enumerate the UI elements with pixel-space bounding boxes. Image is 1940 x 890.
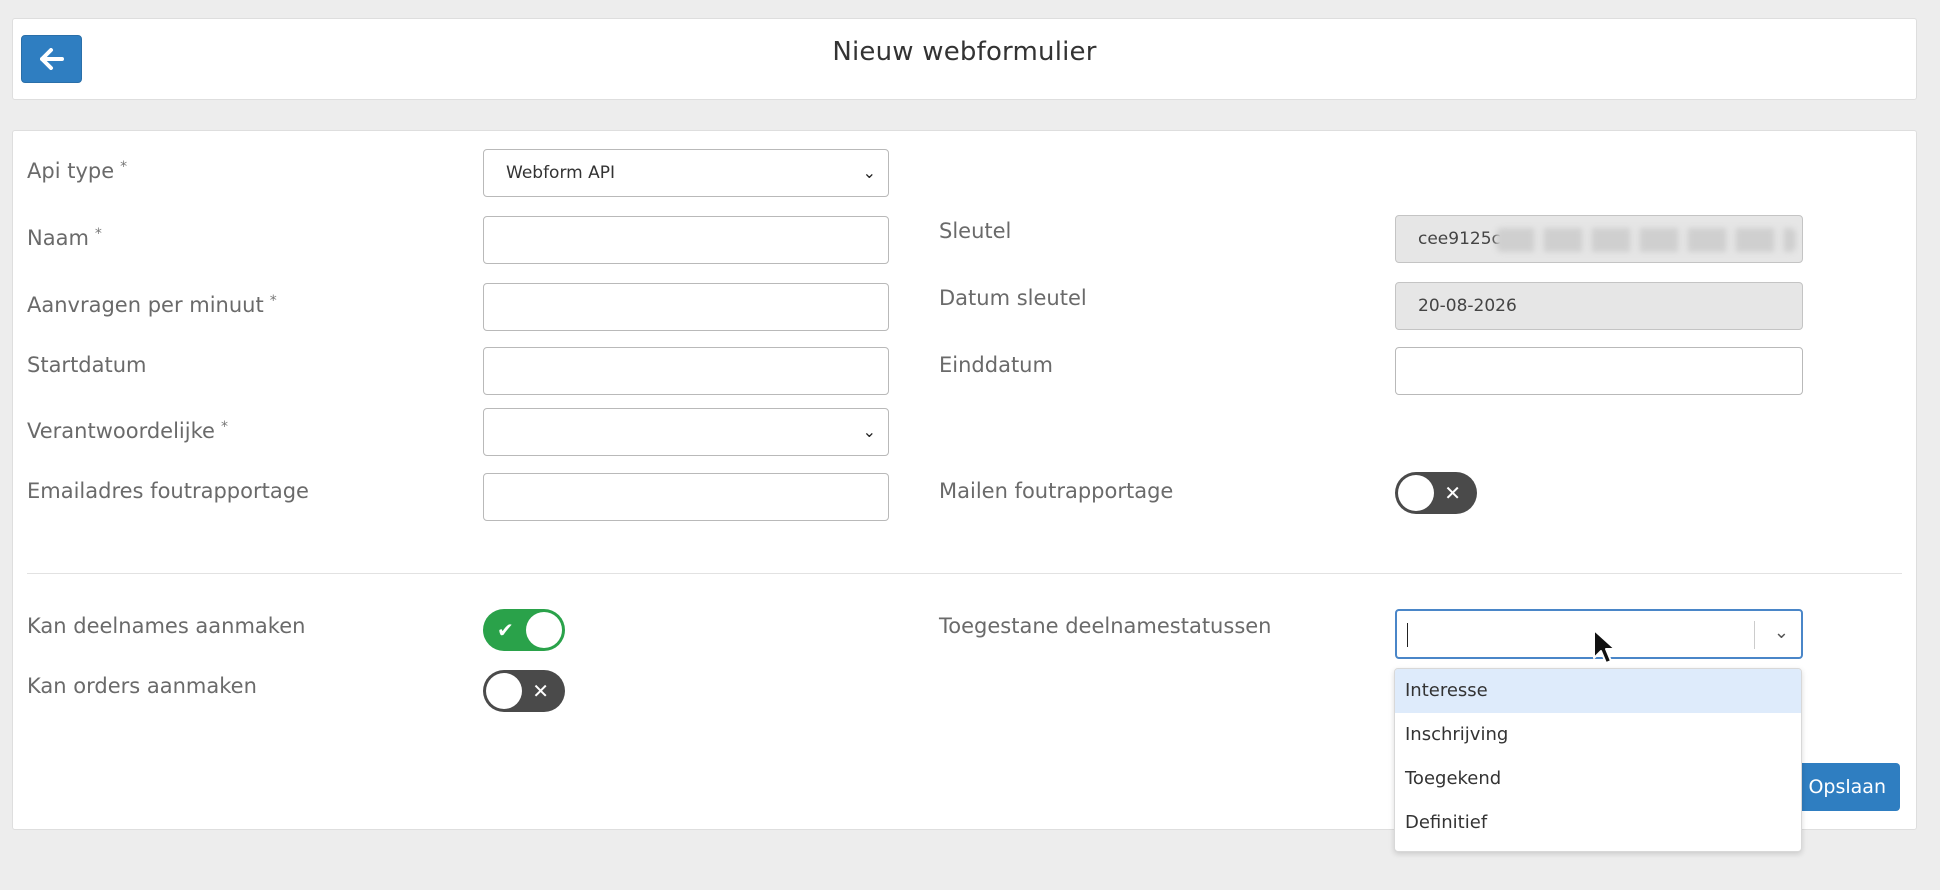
chevron-down-icon[interactable]: ⌄ xyxy=(1774,622,1789,643)
api-type-label: Api type * xyxy=(27,159,128,183)
save-button[interactable]: Opslaan xyxy=(1788,763,1900,811)
option-definitief[interactable]: Definitief xyxy=(1395,801,1801,845)
sleutel-label: Sleutel xyxy=(939,219,1012,243)
sleutel-value: cee9125c xyxy=(1418,229,1501,249)
page-title: Nieuw webformulier xyxy=(832,37,1097,67)
toggle-knob xyxy=(526,612,562,648)
aanvragen-input[interactable] xyxy=(483,283,889,331)
header-bar: Nieuw webformulier xyxy=(12,18,1917,100)
emailadres-label: Emailadres foutrapportage xyxy=(27,479,309,503)
naam-input[interactable] xyxy=(483,216,889,264)
text-caret xyxy=(1407,623,1408,647)
option-inschrijving[interactable]: Inschrijving xyxy=(1395,713,1801,757)
orders-label: Kan orders aanmaken xyxy=(27,674,257,698)
sleutel-input: cee9125c xyxy=(1395,215,1803,263)
chevron-down-icon: ⌄ xyxy=(862,422,876,441)
option-interesse[interactable]: Interesse xyxy=(1395,669,1801,713)
api-type-value: Webform API xyxy=(506,163,615,183)
mailen-label: Mailen foutrapportage xyxy=(939,479,1174,503)
emailadres-input[interactable] xyxy=(483,473,889,521)
toggle-knob xyxy=(486,673,522,709)
naam-label: Naam * xyxy=(27,226,102,250)
deelnames-label: Kan deelnames aanmaken xyxy=(27,614,306,638)
check-icon: ✔ xyxy=(497,618,514,642)
orders-toggle[interactable]: ✕ xyxy=(483,670,565,712)
aanvragen-label: Aanvragen per minuut * xyxy=(27,293,277,317)
verantwoordelijke-select[interactable]: ⌄ xyxy=(483,408,889,456)
statussen-label: Toegestane deelnamestatussen xyxy=(939,614,1272,638)
redacted-overlay xyxy=(1496,228,1796,252)
statussen-dropdown: Interesse Inschrijving Toegekend Definit… xyxy=(1394,668,1802,852)
einddatum-input[interactable] xyxy=(1395,347,1803,395)
combo-separator xyxy=(1754,621,1755,649)
divider xyxy=(27,573,1902,574)
datum-sleutel-label: Datum sleutel xyxy=(939,286,1087,310)
api-type-select[interactable]: Webform API ⌄ xyxy=(483,149,889,197)
chevron-down-icon: ⌄ xyxy=(862,163,876,182)
startdatum-label: Startdatum xyxy=(27,353,147,377)
option-toegekend[interactable]: Toegekend xyxy=(1395,757,1801,801)
toggle-knob xyxy=(1398,475,1434,511)
datum-sleutel-input: 20-08-2026 xyxy=(1395,282,1803,330)
mouse-cursor-icon xyxy=(1593,629,1616,664)
close-icon: ✕ xyxy=(532,679,549,703)
verantwoordelijke-label: Verantwoordelijke * xyxy=(27,419,228,443)
mailen-toggle[interactable]: ✕ xyxy=(1395,472,1477,514)
einddatum-label: Einddatum xyxy=(939,353,1053,377)
startdatum-input[interactable] xyxy=(483,347,889,395)
deelnames-toggle[interactable]: ✔ xyxy=(483,609,565,651)
close-icon: ✕ xyxy=(1444,481,1461,505)
